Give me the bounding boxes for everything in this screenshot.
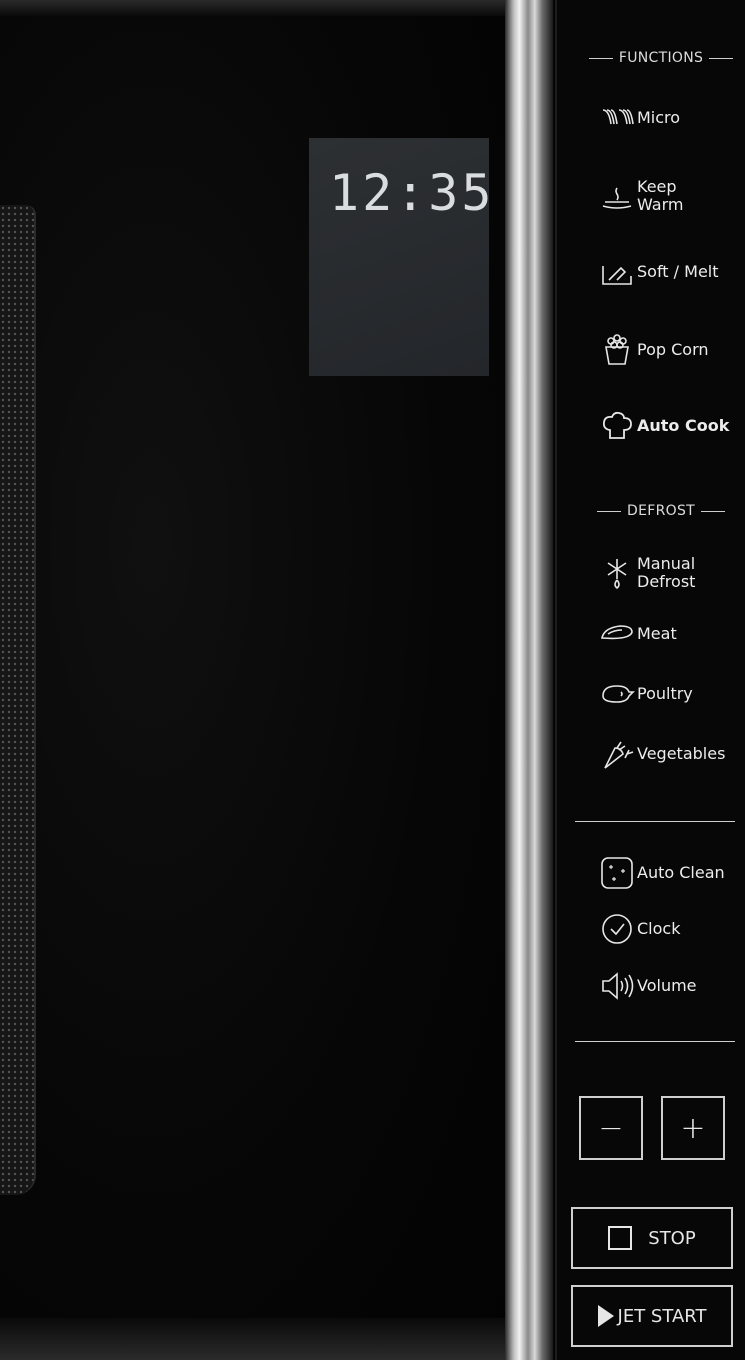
functions-section-label: FUNCTIONS [575,50,745,66]
popcorn-icon [597,330,637,370]
auto-cook-label: Auto Cook [637,415,730,435]
clock-label: Clock [637,918,681,938]
vegetables-button[interactable]: Vegetables [597,734,725,774]
manual-defrost-button[interactable]: Manual Defrost [597,553,695,593]
volume-label: Volume [637,975,697,995]
door-top-edge [0,0,505,16]
snowflake-drop-icon [597,553,637,593]
vegetables-label: Vegetables [637,743,726,763]
micro-label: Micro [637,107,681,127]
meat-icon [597,614,637,654]
poultry-label: Poultry [637,683,693,703]
meat-button[interactable]: Meat [597,614,677,654]
poultry-icon [597,674,637,714]
microwave-door: 12:35 [0,0,505,1360]
auto-clean-label: Auto Clean [637,862,725,882]
vegetables-icon [597,734,637,774]
meat-label: Meat [637,623,677,643]
minus-symbol: − [598,1110,624,1146]
plus-symbol: + [680,1110,706,1146]
plate-steam-icon [597,176,637,216]
poultry-button[interactable]: Poultry [597,674,693,714]
auto-clean-icon [597,853,637,893]
soft-melt-button[interactable]: Soft / Melt [597,252,719,292]
micro-button[interactable]: Micro [597,98,680,138]
stop-label: STOP [648,1227,696,1249]
speaker-icon [597,966,637,1006]
jet-start-button[interactable]: JET START [571,1285,733,1347]
divider-lower [575,1041,735,1042]
clock-icon [597,909,637,949]
stop-button[interactable]: STOP [571,1207,733,1269]
volume-button[interactable]: Volume [597,966,697,1006]
pop-corn-label: Pop Corn [637,339,709,359]
soft-melt-label: Soft / Melt [637,261,719,281]
digital-display: 12:35 [309,138,495,376]
auto-cook-button[interactable]: Auto Cook [597,406,729,446]
microwave-waves-icon [597,98,637,138]
chrome-trim [505,0,553,1360]
auto-clean-button[interactable]: Auto Clean [597,853,725,893]
manual-defrost-label: Manual Defrost [637,553,696,591]
pop-corn-button[interactable]: Pop Corn [597,330,709,370]
control-panel: FUNCTIONS Micro Keep Warm Soft / Melt Po… [555,0,745,1360]
keep-warm-label: Keep Warm [637,176,684,214]
keep-warm-button[interactable]: Keep Warm [597,176,683,216]
jet-start-label: JET START [617,1305,707,1327]
display-time: 12:35 [329,164,495,222]
door-window-mesh [0,205,36,1195]
clock-button[interactable]: Clock [597,909,680,949]
door-bottom-edge [0,1318,505,1360]
divider-upper [575,821,735,822]
play-triangle-icon [597,1305,614,1327]
chef-hat-icon [597,406,637,446]
plus-button[interactable]: + [661,1096,725,1160]
minus-button[interactable]: − [579,1096,643,1160]
stop-square-icon [608,1226,633,1250]
melt-icon [597,252,637,292]
defrost-section-label: DEFROST [575,503,745,519]
